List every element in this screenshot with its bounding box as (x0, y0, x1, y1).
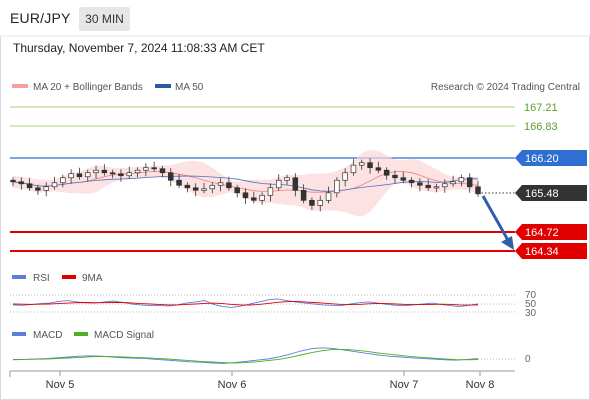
candle-body (76, 173, 83, 178)
macd-line (12, 347, 479, 364)
x-label-nov6: Nov 6 (218, 379, 247, 391)
candle-body (51, 182, 58, 188)
candle-body (84, 172, 91, 178)
candle-body (217, 182, 224, 186)
last-price-label: 165.48 (525, 188, 559, 200)
candle-body (367, 162, 373, 169)
candle-body (284, 177, 290, 181)
ma20-legend-label: MA 20 + Bollinger Bands (33, 82, 143, 93)
macd-legend-swatch (12, 332, 26, 336)
candle-body (392, 174, 398, 179)
candle-body (475, 186, 481, 195)
macd-signal-legend-swatch (74, 332, 88, 336)
macd-signal-legend-label: MACD Signal (94, 330, 154, 341)
rsi-ma-line (12, 300, 479, 306)
candle-body (442, 183, 448, 188)
candle-body (118, 173, 124, 177)
candle-body (309, 199, 315, 206)
candle-body (209, 184, 216, 190)
candle-body (433, 186, 440, 189)
rsi-legend-label: RSI (33, 273, 50, 284)
candle-body (400, 177, 407, 181)
candle-body (176, 179, 182, 186)
candle-body (68, 173, 74, 179)
candle-body (359, 162, 365, 166)
candle-body (60, 177, 66, 184)
candle-body (43, 186, 49, 191)
macd-legend-label: MACD (33, 330, 62, 341)
candle-body (466, 177, 473, 188)
price-chart[interactable]: MA 20 + Bollinger Bands MA 50 Research ©… (0, 0, 590, 400)
candle-body (35, 187, 41, 191)
candle-body (342, 172, 348, 181)
candle-body (317, 199, 323, 206)
candle-body (109, 172, 116, 175)
macd-tick-zero: 0 (525, 354, 531, 365)
candle-body (168, 172, 174, 181)
forecast-arrow-line (481, 195, 511, 243)
candle-body (300, 189, 307, 201)
candle-body (375, 167, 382, 171)
candle-body (242, 192, 249, 199)
candle-body (10, 179, 16, 183)
resistance-2-label: 167.21 (524, 102, 558, 114)
candle-body (93, 169, 99, 174)
bollinger-band (13, 149, 478, 217)
x-label-nov5: Nov 5 (46, 379, 75, 391)
candle-body (425, 184, 431, 189)
candle-body (126, 172, 132, 177)
candle-body (267, 187, 274, 196)
candle-body (159, 168, 166, 174)
candle-body (458, 177, 465, 183)
support-2-label: 164.34 (525, 246, 559, 258)
candle-body (450, 181, 456, 185)
candle-body (18, 181, 25, 185)
candle-body (134, 169, 141, 174)
x-label-nov7: Nov 7 (390, 379, 419, 391)
credit-text: Research © 2024 Trading Central (431, 82, 580, 93)
candle-body (192, 187, 199, 191)
candle-body (275, 179, 282, 189)
pivot-label: 166.20 (525, 153, 559, 165)
candle-body (325, 192, 332, 201)
candle-body (201, 188, 207, 191)
candle-body (417, 182, 423, 186)
candle-body (259, 194, 265, 201)
candle-body (151, 167, 157, 170)
candle-body (383, 169, 390, 176)
candle-body (251, 197, 257, 201)
candle-body (101, 169, 108, 174)
candle-body (334, 179, 340, 194)
candle-body (408, 179, 415, 184)
candle-body (26, 183, 33, 189)
rsi-line (12, 298, 479, 308)
candle-body (350, 164, 357, 174)
rsi-ma-legend-label: 9MA (82, 273, 103, 284)
x-label-nov8: Nov 8 (466, 379, 495, 391)
candle-body (184, 184, 191, 189)
ma20-legend-swatch (12, 84, 28, 88)
candle-body (143, 167, 149, 171)
ma50-legend-label: MA 50 (175, 82, 204, 93)
resistance-1-label: 166.83 (524, 121, 558, 133)
candle-body (292, 177, 299, 191)
support-1-label: 164.72 (525, 227, 559, 239)
ma50-legend-swatch (155, 84, 171, 88)
rsi-legend-swatch (12, 275, 26, 279)
candle-body (234, 187, 240, 194)
candle-body (226, 182, 232, 189)
rsi-ma-legend-swatch (62, 275, 76, 279)
rsi-tick-30: 30 (525, 308, 537, 319)
